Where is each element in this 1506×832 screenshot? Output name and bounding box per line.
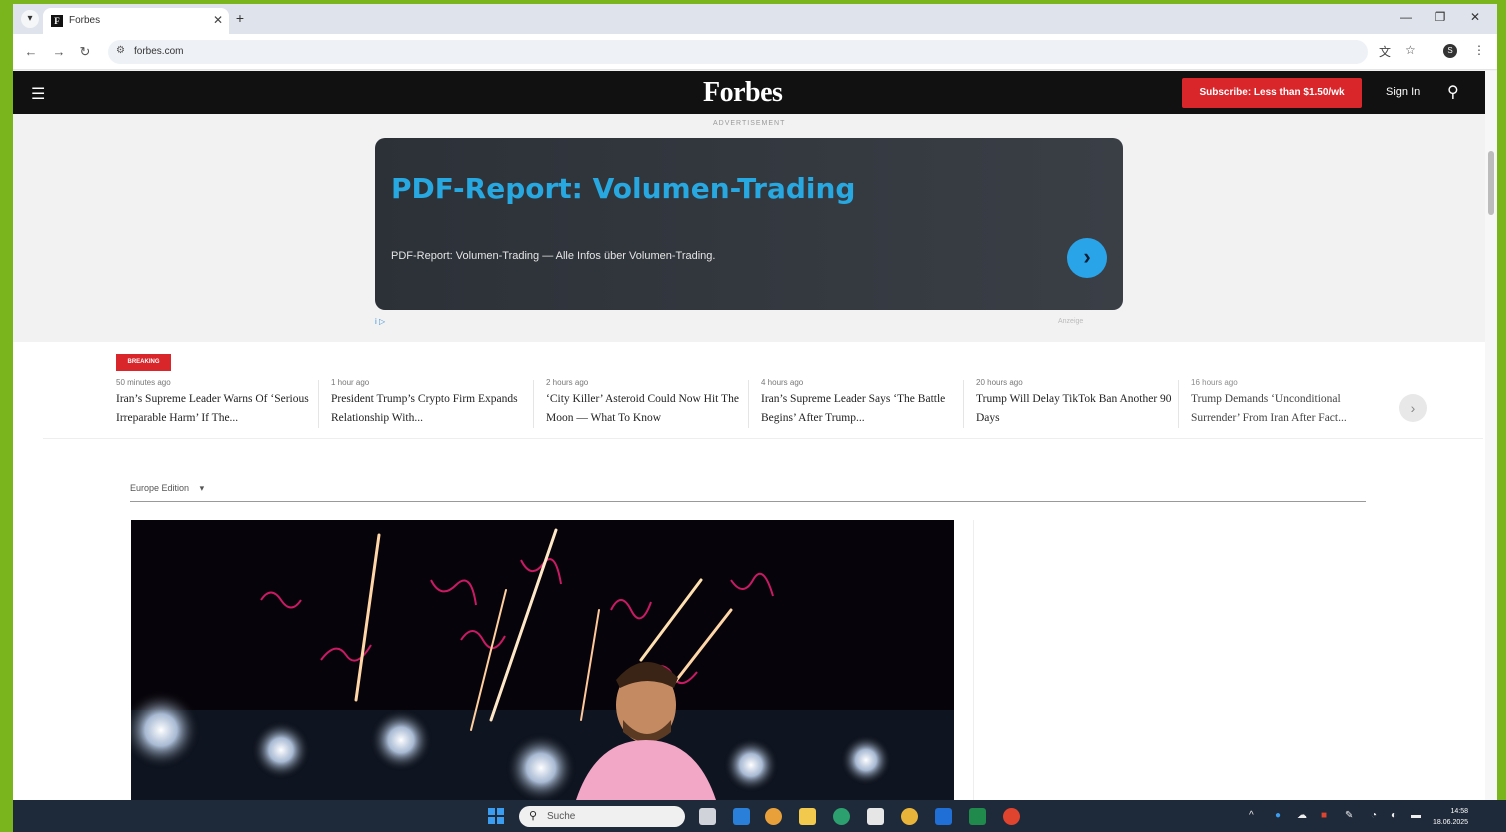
excel-icon[interactable] — [969, 808, 986, 825]
wifi-icon[interactable]: ◔ — [1371, 810, 1377, 821]
chevron-right-icon[interactable]: › — [1067, 238, 1107, 278]
tab-strip: ▾ F Forbes ✕ + — ❐ ✕ — [13, 4, 1497, 34]
search-icon[interactable]: ⚲ — [1447, 82, 1459, 102]
bookmark-star-icon[interactable]: ☆ — [1405, 43, 1416, 57]
url-text[interactable]: forbes.com — [134, 46, 183, 57]
edition-selector[interactable]: Europe Edition ▾ — [130, 483, 204, 494]
cloud-icon[interactable]: ☁ — [1297, 810, 1307, 821]
news-headline[interactable]: Trump Demands ‘Unconditional Surrender’ … — [1191, 390, 1381, 428]
taskbar-search-placeholder: Suche — [547, 811, 576, 822]
news-headline[interactable]: Iran’s Supreme Leader Says ‘The Battle B… — [761, 390, 961, 428]
forbes-logo[interactable]: Forbes — [703, 77, 783, 109]
main-content: BREAKING 50 minutes ago Iran’s Supreme L… — [13, 342, 1497, 800]
taskbar-clock[interactable]: 14:58 18.06.2025 — [1433, 806, 1468, 828]
app-tray-icon[interactable]: ■ — [1321, 810, 1327, 821]
chevron-up-icon[interactable]: ^ — [1249, 810, 1254, 821]
search-icon: ⚲ — [529, 810, 538, 822]
divider — [130, 501, 1366, 502]
hero-image[interactable] — [131, 520, 954, 800]
tab-title: Forbes — [69, 15, 101, 26]
news-headline[interactable]: Trump Will Delay TikTok Ban Another 90 D… — [976, 390, 1176, 428]
browser-menu-icon[interactable]: ⋮ — [1473, 43, 1485, 57]
news-time: 2 hours ago — [546, 378, 589, 387]
news-headline[interactable]: ‘City Killer’ Asteroid Could Now Hit The… — [546, 390, 746, 428]
taskbar-search[interactable]: ⚲ Suche — [519, 806, 685, 827]
minimize-icon[interactable]: — — [1391, 10, 1421, 24]
clock-date: 18.06.2025 — [1433, 819, 1469, 826]
subscribe-button[interactable]: Subscribe: Less than $1.50/wk — [1182, 78, 1362, 108]
window-close-icon[interactable]: ✕ — [1460, 10, 1490, 24]
breaking-news-item[interactable]: 50 minutes ago Iran’s Supreme Leader War… — [116, 378, 316, 428]
divider — [973, 520, 974, 800]
new-tab-button[interactable]: + — [231, 9, 249, 27]
sign-in-link[interactable]: Sign In — [1386, 86, 1420, 98]
restore-icon[interactable]: ❐ — [1425, 10, 1455, 24]
powerpoint-icon[interactable] — [1003, 808, 1020, 825]
news-headline[interactable]: Iran’s Supreme Leader Warns Of ‘Serious … — [116, 390, 316, 428]
windows-taskbar: ⚲ Suche ^ ● ☁ ■ ✎ ◔ ◐ ▬ 14:58 18.06.2025 — [13, 800, 1506, 832]
ad-description[interactable]: PDF-Report: Volumen-Trading — Alle Infos… — [391, 250, 715, 262]
store-icon[interactable] — [867, 808, 884, 825]
tab-close-icon[interactable]: ✕ — [213, 13, 223, 27]
windows-start-icon[interactable] — [488, 808, 504, 824]
address-bar[interactable]: ⚙ forbes.com — [108, 40, 1368, 64]
desktop-background-left — [0, 0, 13, 832]
hero-photo-graphic — [131, 520, 954, 800]
volume-icon[interactable]: ◐ — [1391, 810, 1397, 821]
copilot-icon[interactable] — [765, 808, 782, 825]
forward-arrow-icon[interactable]: → — [51, 44, 67, 59]
ad-label: ADVERTISEMENT — [713, 120, 786, 127]
outlook-icon[interactable] — [935, 808, 952, 825]
carousel-next-button[interactable]: › — [1399, 394, 1427, 422]
reload-icon[interactable]: ↻ — [77, 44, 93, 60]
divider — [748, 380, 749, 428]
news-time: 50 minutes ago — [116, 378, 171, 387]
news-time: 4 hours ago — [761, 378, 804, 387]
scrollbar-thumb[interactable] — [1488, 151, 1494, 215]
news-time: 1 hour ago — [331, 378, 370, 387]
divider — [43, 438, 1483, 439]
onedrive-icon[interactable]: ● — [1275, 810, 1281, 821]
task-view-icon[interactable] — [699, 808, 716, 825]
adchoices-icon[interactable]: i ▷ — [375, 317, 385, 326]
divider — [963, 380, 964, 428]
tab-search-button[interactable]: ▾ — [21, 10, 39, 28]
news-headline[interactable]: President Trump’s Crypto Firm Expands Re… — [331, 390, 531, 428]
hamburger-menu-icon[interactable]: ☰ — [31, 84, 45, 104]
teams-icon[interactable] — [733, 808, 750, 825]
tab-forbes[interactable]: F Forbes ✕ — [43, 8, 229, 34]
chrome-icon[interactable] — [901, 808, 918, 825]
browser-window: ▾ F Forbes ✕ + — ❐ ✕ ← → ↻ ⚙ forbes.com … — [13, 4, 1497, 800]
edge-icon[interactable] — [833, 808, 850, 825]
chevron-down-icon: ▾ — [199, 483, 205, 493]
breaking-news-item[interactable]: 20 hours ago Trump Will Delay TikTok Ban… — [976, 378, 1176, 428]
site-info-icon[interactable]: ⚙ — [116, 45, 125, 56]
browser-toolbar: ← → ↻ ⚙ forbes.com 文 ☆ S ⋮ — [13, 34, 1497, 70]
ad-foot-label: Anzeige — [1058, 318, 1084, 325]
battery-icon[interactable]: ▬ — [1411, 810, 1421, 821]
breaking-news-item[interactable]: 16 hours ago Trump Demands ‘Unconditiona… — [1191, 378, 1381, 428]
breaking-badge: BREAKING — [116, 354, 171, 371]
forbes-favicon-icon: F — [51, 15, 63, 27]
translate-icon[interactable]: 文 — [1379, 43, 1391, 60]
news-time: 20 hours ago — [976, 378, 1023, 387]
pen-icon[interactable]: ✎ — [1345, 810, 1353, 821]
divider — [533, 380, 534, 428]
breaking-news-item[interactable]: 1 hour ago President Trump’s Crypto Firm… — [331, 378, 531, 428]
back-arrow-icon[interactable]: ← — [23, 44, 39, 59]
news-time: 16 hours ago — [1191, 378, 1238, 387]
breaking-news-item[interactable]: 4 hours ago Iran’s Supreme Leader Says ‘… — [761, 378, 961, 428]
site-header: ☰ Forbes Subscribe: Less than $1.50/wk S… — [13, 71, 1497, 114]
ad-title[interactable]: PDF-Report: Volumen-Trading — [391, 172, 855, 205]
file-explorer-icon[interactable] — [799, 808, 816, 825]
profile-avatar[interactable]: S — [1443, 44, 1457, 58]
breaking-news-item[interactable]: 2 hours ago ‘City Killer’ Asteroid Could… — [546, 378, 746, 428]
divider — [1178, 380, 1179, 428]
ad-banner[interactable]: PDF-Report: Volumen-Trading PDF-Report: … — [375, 138, 1123, 310]
divider — [318, 380, 319, 428]
page-scrollbar[interactable] — [1485, 71, 1497, 800]
clock-time: 14:58 — [1450, 808, 1469, 815]
edition-label: Europe Edition — [130, 483, 190, 493]
